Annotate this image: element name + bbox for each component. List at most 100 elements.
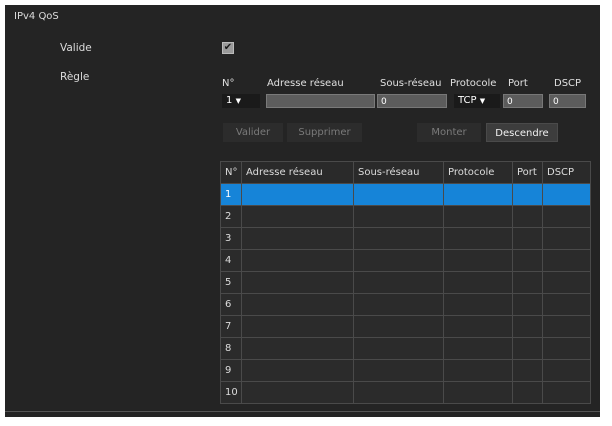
table-row[interactable]: 3 xyxy=(220,227,591,250)
no-select[interactable]: 1 ▼ xyxy=(222,94,260,108)
row-number-cell: 5 xyxy=(220,271,242,294)
table-cell xyxy=(512,205,543,228)
table-cell xyxy=(241,337,354,360)
table-cell xyxy=(542,205,591,228)
table-cell xyxy=(353,381,444,404)
table-cell xyxy=(443,381,513,404)
table-cell xyxy=(353,271,444,294)
table-cell xyxy=(241,293,354,316)
table-cell xyxy=(353,183,444,206)
dscp-input[interactable]: 0 xyxy=(549,94,586,108)
form-header-adresse: Adresse réseau xyxy=(267,78,344,89)
table-cell xyxy=(512,359,543,382)
valide-label: Valide xyxy=(60,42,92,54)
table-row[interactable]: 1 xyxy=(220,183,591,206)
table-header-row: N° Adresse réseau Sous-réseau Protocole … xyxy=(220,161,591,184)
table-row[interactable]: 10 xyxy=(220,381,591,404)
table-cell xyxy=(443,293,513,316)
col-header-protocole: Protocole xyxy=(443,161,513,184)
table-cell xyxy=(542,315,591,338)
table-cell xyxy=(512,249,543,272)
rules-table: N° Adresse réseau Sous-réseau Protocole … xyxy=(220,161,591,404)
adresse-reseau-input[interactable] xyxy=(266,94,375,108)
table-cell xyxy=(512,315,543,338)
table-cell xyxy=(542,359,591,382)
table-cell xyxy=(353,315,444,338)
table-cell xyxy=(512,227,543,250)
supprimer-button[interactable]: Supprimer xyxy=(287,123,362,142)
table-cell xyxy=(443,271,513,294)
form-header-port: Port xyxy=(508,78,528,89)
table-cell xyxy=(542,381,591,404)
table-row[interactable]: 2 xyxy=(220,205,591,228)
table-cell xyxy=(241,227,354,250)
table-cell xyxy=(542,293,591,316)
table-cell xyxy=(512,183,543,206)
row-number-cell: 10 xyxy=(220,381,242,404)
table-cell xyxy=(353,293,444,316)
form-header-dscp: DSCP xyxy=(554,78,582,89)
form-header-sous-reseau: Sous-réseau xyxy=(380,78,442,89)
monter-button[interactable]: Monter xyxy=(417,123,481,142)
table-cell xyxy=(512,381,543,404)
ipv4-qos-panel: IPv4 QoS Valide ✔ Règle N° Adresse résea… xyxy=(5,5,600,417)
row-number-cell: 7 xyxy=(220,315,242,338)
protocole-select[interactable]: TCP ▼ xyxy=(454,94,500,108)
col-header-sous-reseau: Sous-réseau xyxy=(353,161,444,184)
row-number-cell: 8 xyxy=(220,337,242,360)
table-cell xyxy=(241,315,354,338)
form-header-no: N° xyxy=(222,78,235,89)
table-cell xyxy=(353,227,444,250)
table-row[interactable]: 8 xyxy=(220,337,591,360)
chevron-down-icon: ▼ xyxy=(235,97,241,105)
table-cell xyxy=(241,271,354,294)
table-cell xyxy=(353,249,444,272)
table-cell xyxy=(512,337,543,360)
chevron-down-icon: ▼ xyxy=(479,97,486,105)
row-number-cell: 9 xyxy=(220,359,242,382)
table-cell xyxy=(353,337,444,360)
table-cell xyxy=(353,205,444,228)
table-cell xyxy=(542,227,591,250)
row-number-cell: 4 xyxy=(220,249,242,272)
table-cell xyxy=(241,359,354,382)
table-row[interactable]: 7 xyxy=(220,315,591,338)
table-cell xyxy=(443,249,513,272)
table-cell xyxy=(443,227,513,250)
table-cell xyxy=(443,337,513,360)
sous-reseau-input[interactable]: 0 xyxy=(377,94,447,108)
table-cell xyxy=(241,183,354,206)
table-row[interactable]: 4 xyxy=(220,249,591,272)
table-row[interactable]: 6 xyxy=(220,293,591,316)
table-row[interactable]: 5 xyxy=(220,271,591,294)
table-cell xyxy=(353,359,444,382)
table-cell xyxy=(241,249,354,272)
table-cell xyxy=(512,293,543,316)
no-select-value: 1 xyxy=(226,95,233,106)
form-header-protocole: Protocole xyxy=(450,78,497,89)
row-number-cell: 3 xyxy=(220,227,242,250)
table-cell xyxy=(241,381,354,404)
row-number-cell: 6 xyxy=(220,293,242,316)
row-number-cell: 1 xyxy=(220,183,242,206)
table-cell xyxy=(443,183,513,206)
table-cell xyxy=(542,249,591,272)
row-number-cell: 2 xyxy=(220,205,242,228)
table-cell xyxy=(443,205,513,228)
table-cell xyxy=(241,205,354,228)
col-header-port: Port xyxy=(512,161,543,184)
valider-button[interactable]: Valider xyxy=(223,123,283,142)
col-header-no: N° xyxy=(220,161,242,184)
divider xyxy=(5,411,600,412)
table-row[interactable]: 9 xyxy=(220,359,591,382)
port-input[interactable]: 0 xyxy=(503,94,543,108)
descendre-button[interactable]: Descendre xyxy=(486,123,558,142)
regle-label: Règle xyxy=(60,71,90,83)
check-icon: ✔ xyxy=(223,42,233,53)
table-cell xyxy=(443,315,513,338)
col-header-dscp: DSCP xyxy=(542,161,591,184)
valide-checkbox[interactable]: ✔ xyxy=(222,42,234,54)
protocole-select-value: TCP xyxy=(458,95,477,106)
table-cell xyxy=(512,271,543,294)
table-cell xyxy=(443,359,513,382)
